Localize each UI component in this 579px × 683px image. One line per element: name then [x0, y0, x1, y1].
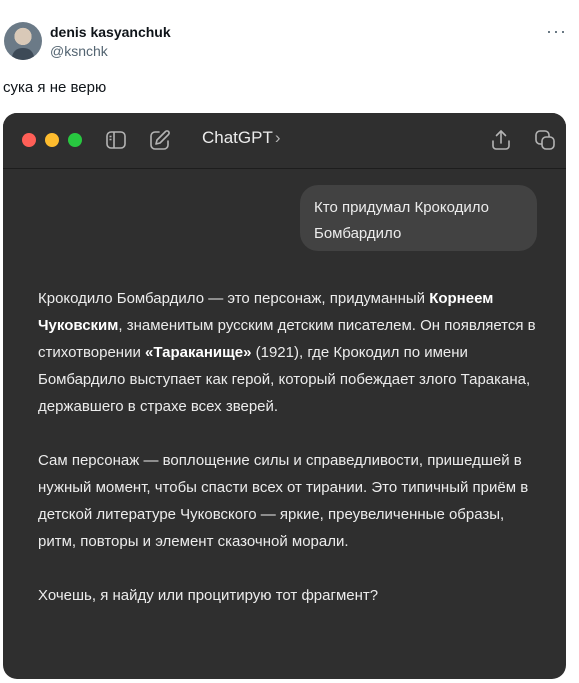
author-handle[interactable]: @ksnchk	[50, 43, 108, 59]
sidebar-icon[interactable]	[104, 128, 128, 152]
new-chat-icon[interactable]	[148, 128, 172, 152]
chevron-right-icon: ›	[274, 128, 281, 147]
answer-paragraph-1: Крокодило Бомбардило — это персонаж, при…	[38, 285, 543, 420]
model-selector[interactable]: ChatGPT ›	[202, 128, 281, 148]
chatgpt-screenshot[interactable]: ChatGPT › Кто придумал Крокодило Бомбарди…	[3, 113, 566, 679]
answer-bold-text: «Тараканище»	[145, 344, 252, 361]
author-name[interactable]: denis kasyanchuk	[50, 24, 171, 40]
answer-paragraph-2: Сам персонаж — воплощение силы и справед…	[38, 452, 529, 550]
user-message: Кто придумал Крокодило Бомбардило	[300, 185, 537, 251]
avatar[interactable]	[4, 22, 42, 60]
title-bar: ChatGPT ›	[3, 113, 566, 169]
more-options-icon[interactable]: ···	[546, 22, 567, 40]
minimize-window-button[interactable]	[45, 133, 59, 147]
answer-text: Крокодило Бомбардило — это персонаж, при…	[38, 290, 430, 307]
answer-paragraph-3: Хочешь, я найду или процитирую тот фрагм…	[38, 587, 379, 604]
tweet-header: denis kasyanchuk @ksnchk ···	[0, 18, 579, 68]
assistant-message: Крокодило Бомбардило — это персонаж, при…	[38, 285, 543, 636]
app-title: ChatGPT	[202, 128, 273, 147]
share-icon[interactable]	[489, 128, 513, 152]
new-window-icon[interactable]	[533, 128, 557, 152]
close-window-button[interactable]	[22, 133, 36, 147]
tweet-text: сука я не верю	[3, 79, 107, 96]
maximize-window-button[interactable]	[68, 133, 82, 147]
